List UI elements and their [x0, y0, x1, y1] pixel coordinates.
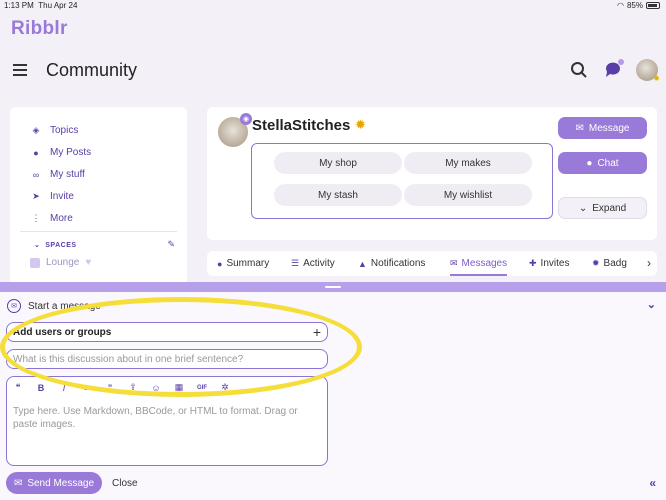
user-icon: ● [33, 147, 39, 158]
user-icon: ● [217, 258, 223, 269]
hamburger-menu-icon[interactable] [13, 64, 27, 76]
sidebar: ◈ Topics ● My Posts ∞ My stuff ➤ Invite ⋮ Mor… [10, 107, 187, 287]
battery-icon [646, 2, 660, 9]
envelope-icon: ✉ [575, 122, 584, 134]
app-logo[interactable]: Ribblr [11, 18, 68, 40]
my-wishlist-button[interactable]: My wishlist [404, 184, 532, 206]
add-users-field[interactable]: Add users or groups + [6, 322, 328, 342]
profile-card: ◉ StellaStitches ✹ My shop My makes My s… [207, 107, 657, 240]
spaces-heading[interactable]: ⌄ SPACES [34, 241, 77, 249]
sidebar-item-invite[interactable]: ➤ Invite [30, 191, 74, 202]
calendar-icon[interactable]: ▦ [174, 382, 184, 393]
badge-icon: ✹ [592, 258, 600, 268]
heart-icon: ♥ [85, 257, 92, 268]
topic-title-input[interactable]: What is this discussion about in one bri… [6, 349, 328, 369]
tab-activity[interactable]: ☰ Activity [291, 251, 335, 276]
chat-button[interactable]: ● Chat [558, 152, 647, 174]
message-body-placeholder: Type here. Use Markdown, BBCode, or HTML… [13, 406, 298, 430]
profile-avatar[interactable]: ◉ [218, 113, 252, 147]
user-plus-icon: ✚ [529, 258, 537, 268]
layers-icon: ◈ [32, 125, 40, 135]
wifi-icon: ◠ [617, 1, 624, 10]
sun-badge-icon: ✹ [355, 117, 366, 132]
message-composer: ✉ Start a message ⌄ Add users or groups … [0, 292, 666, 500]
close-button[interactable]: Close [112, 478, 138, 489]
tab-summary[interactable]: ● Summary [217, 251, 269, 276]
chevron-down-icon: ⌄ [34, 242, 41, 249]
more-vertical-icon: ⋮ [31, 213, 41, 223]
sidebar-item-lounge[interactable]: Lounge ♥ [30, 257, 91, 268]
tab-invites[interactable]: ✚ Invites [529, 251, 569, 276]
tab-messages[interactable]: ✉ Messages [450, 251, 508, 276]
top-bar: Community ✹ [0, 52, 666, 90]
send-message-button[interactable]: ✉ Send Message [6, 472, 102, 494]
composer-header: ✉ Start a message [7, 299, 101, 313]
status-right: ◠ 85% [617, 1, 660, 10]
envelope-icon: ✉ [450, 258, 458, 268]
tab-badges[interactable]: ✹ Badg [592, 251, 627, 276]
envelope-icon: ✉ [7, 299, 21, 313]
double-chevron-down-icon: ⌄ [578, 202, 588, 214]
bell-icon: ▲ [358, 258, 367, 269]
composer-title: Start a message [28, 300, 101, 312]
message-body-editor[interactable]: ❝ B I ∞ ” ⇪ ☺ ▦ GIF ✲ Type here. Use Mar… [6, 376, 328, 466]
lounge-icon [30, 257, 40, 268]
profile-username: StellaStitches [252, 117, 351, 134]
profile-tabs: ● Summary ☰ Activity ▲ Notifications ✉ Messa… [207, 251, 657, 276]
gif-icon[interactable]: GIF [197, 385, 207, 391]
status-bar: 1:13 PM Thu Apr 24 ◠ 85% [0, 0, 666, 12]
collapse-chevrons-icon[interactable]: ⌄ [647, 298, 656, 311]
sidebar-divider [20, 231, 177, 232]
my-shop-button[interactable]: My shop [274, 152, 402, 174]
chat-bubble-icon: ● [586, 157, 593, 169]
sun-badge-icon: ✹ [653, 74, 660, 83]
sidebar-item-more[interactable]: ⋮ More [30, 213, 73, 224]
my-makes-button[interactable]: My makes [404, 152, 532, 174]
gear-icon[interactable]: ✲ [220, 382, 230, 393]
chat-bubble-icon[interactable] [602, 59, 624, 81]
collapse-left-icon[interactable]: « [649, 476, 656, 490]
italic-icon[interactable]: I [59, 383, 69, 393]
link-icon[interactable]: ∞ [82, 383, 92, 393]
emoji-icon[interactable]: ☺ [151, 383, 161, 393]
envelope-icon: ✉ [13, 477, 23, 489]
sidebar-item-my-posts[interactable]: ● My Posts [30, 147, 91, 158]
blockquote-icon[interactable]: ” [105, 383, 115, 393]
grip-icon [325, 286, 341, 288]
notification-dot [618, 59, 624, 65]
upload-icon[interactable]: ⇪ [128, 382, 138, 393]
page-title: Community [46, 60, 138, 80]
profile-links: My shop My makes My stash My wishlist [251, 143, 553, 219]
tab-notifications[interactable]: ▲ Notifications [358, 251, 425, 276]
search-icon[interactable] [568, 59, 590, 81]
pencil-icon[interactable]: ✎ [167, 239, 175, 250]
editor-toolbar: ❝ B I ∞ ” ⇪ ☺ ▦ GIF ✲ [13, 382, 230, 393]
sidebar-item-topics[interactable]: ◈ Topics [30, 125, 79, 136]
expand-button[interactable]: ⌄ Expand [558, 197, 647, 219]
send-icon: ➤ [32, 191, 40, 201]
eye-icon: ◉ [240, 113, 252, 125]
plus-icon[interactable]: + [313, 324, 321, 340]
battery-percent: 85% [626, 1, 643, 10]
status-time: 1:13 PM Thu Apr 24 [4, 1, 78, 10]
message-button[interactable]: ✉ Message [558, 117, 647, 139]
bold-icon[interactable]: B [36, 383, 46, 393]
quote-icon[interactable]: ❝ [13, 382, 23, 393]
link-icon: ∞ [32, 169, 40, 180]
header-actions: ✹ [568, 59, 660, 83]
user-avatar[interactable]: ✹ [636, 59, 660, 83]
list-icon: ☰ [291, 258, 300, 268]
my-stash-button[interactable]: My stash [274, 184, 402, 206]
drawer-resize-handle[interactable] [0, 282, 666, 292]
sidebar-item-my-stuff[interactable]: ∞ My stuff [30, 169, 85, 180]
chevron-right-icon[interactable]: › [647, 256, 651, 270]
